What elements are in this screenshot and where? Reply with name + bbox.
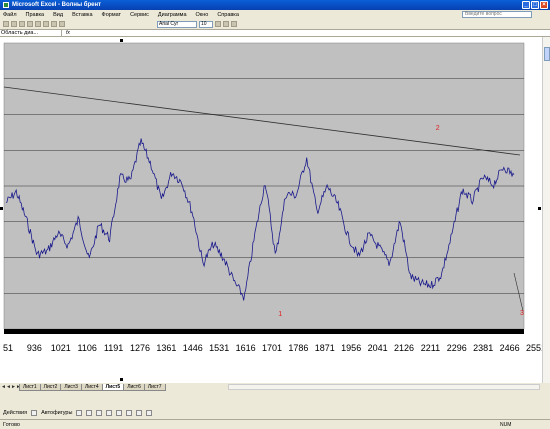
x-tick-label: 2041	[368, 343, 388, 353]
select-arrow-icon[interactable]	[31, 410, 38, 416]
chart[interactable]: 51 936 1021 1106 1191 1276 1361 1446 1531 1616 170…	[0, 37, 542, 383]
menu-insert[interactable]: Вставка	[72, 12, 92, 18]
x-tick-label: 2211	[421, 343, 440, 353]
x-tick-label: 1531	[209, 343, 229, 353]
menu-help[interactable]: Справка	[217, 12, 239, 18]
fill-color-icon[interactable]	[126, 410, 133, 416]
tab-sheet1[interactable]: Лист1	[19, 383, 41, 391]
maximize-button[interactable]: □	[531, 1, 539, 9]
new-icon[interactable]	[3, 21, 9, 27]
num-lock-indicator: NUM	[500, 422, 512, 428]
status-bar: Готово NUM	[0, 419, 550, 429]
open-icon[interactable]	[11, 21, 17, 27]
save-icon[interactable]	[19, 21, 25, 27]
tab-sheet2[interactable]: Лист2	[39, 383, 62, 391]
close-button[interactable]: ×	[540, 1, 548, 9]
tab-sheet3[interactable]: Лист3	[60, 383, 82, 391]
x-tick-label: 2381	[473, 343, 493, 353]
wave-label-2: 2	[436, 125, 440, 132]
x-tick-label: 2126	[394, 343, 414, 353]
menu-tools[interactable]: Сервис	[130, 12, 149, 18]
x-tick-label: 1276	[130, 343, 150, 353]
tab-sheet7[interactable]: Лист7	[143, 383, 166, 391]
menu-edit[interactable]: Правка	[26, 12, 45, 18]
chart-handle-top[interactable]	[120, 39, 123, 42]
copy-icon[interactable]	[51, 21, 57, 27]
oval-icon[interactable]	[106, 410, 113, 416]
chart-handle-right[interactable]	[538, 207, 541, 210]
horizontal-scrollbar[interactable]	[228, 384, 540, 390]
window-controls: _ □ ×	[522, 1, 548, 9]
wave-label-3: 3	[520, 310, 524, 317]
line-icon[interactable]	[76, 410, 83, 416]
tab-first-icon[interactable]: ◄	[1, 384, 6, 390]
chart-handle-bottom[interactable]	[120, 378, 123, 381]
tab-prev-icon[interactable]: ◄	[6, 384, 11, 390]
arrow-icon[interactable]	[86, 410, 93, 416]
menu-format[interactable]: Формат	[102, 12, 122, 18]
x-tick-label: 51	[3, 343, 13, 353]
name-box[interactable]: Область диа...	[0, 29, 62, 37]
font-color-icon[interactable]	[146, 410, 153, 416]
cut-icon[interactable]	[43, 21, 49, 27]
underline-icon[interactable]	[231, 21, 237, 27]
bold-icon[interactable]	[215, 21, 221, 27]
tab-sheet4[interactable]: Лист4	[80, 383, 103, 391]
font-select[interactable]: Arial Cyr	[157, 20, 197, 28]
italic-icon[interactable]	[223, 21, 229, 27]
fx-icon[interactable]: fx	[66, 30, 70, 36]
x-tick-label: 2466	[500, 343, 520, 353]
menu-window[interactable]: Окно	[196, 12, 209, 18]
x-tick-label: 2296	[447, 343, 467, 353]
menu-file[interactable]: Файл	[3, 12, 17, 18]
tab-next-icon[interactable]: ►	[11, 384, 16, 390]
menu-view[interactable]: Вид	[53, 12, 63, 18]
rectangle-icon[interactable]	[96, 410, 103, 416]
x-tick-label: 2551	[526, 343, 542, 353]
print-icon[interactable]	[27, 21, 33, 27]
minimize-button[interactable]: _	[522, 1, 530, 9]
standard-toolbar: Arial Cyr 10	[0, 19, 550, 29]
chart-handle-left[interactable]	[0, 207, 3, 210]
x-tick-label: 1446	[183, 343, 203, 353]
x-tick-label: 1616	[236, 343, 256, 353]
wave-label-1: 1	[278, 311, 282, 318]
line-color-icon[interactable]	[136, 410, 143, 416]
paste-icon[interactable]	[59, 21, 65, 27]
status-text: Готово	[3, 421, 20, 428]
title-bar: Microsoft Excel - Волны брент _ □ ×	[0, 0, 550, 10]
window-title: Microsoft Excel - Волны брент	[12, 2, 102, 8]
autoshapes-menu[interactable]: Автофигуры	[41, 410, 72, 416]
menu-chart[interactable]: Диаграмма	[158, 12, 187, 18]
actions-menu[interactable]: Действия	[3, 410, 27, 416]
tab-sheet5[interactable]: Лист5	[101, 383, 125, 391]
x-tick-label: 1956	[341, 343, 361, 353]
font-size-select[interactable]: 10	[199, 20, 213, 28]
formula-bar: Область диа... fx	[0, 29, 550, 37]
worksheet-area[interactable]: 51 936 1021 1106 1191 1276 1361 1446 1531 1616 170…	[0, 37, 542, 383]
x-tick-label: 1701	[262, 343, 282, 353]
x-tick-label: 1106	[78, 343, 97, 353]
x-tick-label: 1871	[315, 343, 335, 353]
excel-app-icon	[3, 2, 9, 8]
x-tick-labels: 51 936 1021 1106 1191 1276 1361 1446 1531 1616 170…	[3, 343, 542, 353]
tab-sheet6[interactable]: Лист6	[123, 383, 145, 391]
excel-window: Microsoft Excel - Волны брент _ □ × Файл…	[0, 0, 550, 429]
preview-icon[interactable]	[35, 21, 41, 27]
vertical-scroll-thumb[interactable]	[544, 47, 550, 61]
textbox-icon[interactable]	[116, 410, 123, 416]
vertical-scrollbar[interactable]	[542, 37, 550, 383]
x-tick-label: 1191	[104, 343, 123, 353]
x-tick-label: 1786	[288, 343, 308, 353]
x-tick-label: 936	[27, 343, 42, 353]
x-axis-band	[4, 329, 524, 334]
x-tick-label: 1021	[51, 343, 71, 353]
drawing-toolbar: Действия Автофигуры	[0, 408, 550, 418]
help-search-input[interactable]: Введите вопрос	[462, 11, 532, 18]
x-tick-label: 1361	[156, 343, 176, 353]
